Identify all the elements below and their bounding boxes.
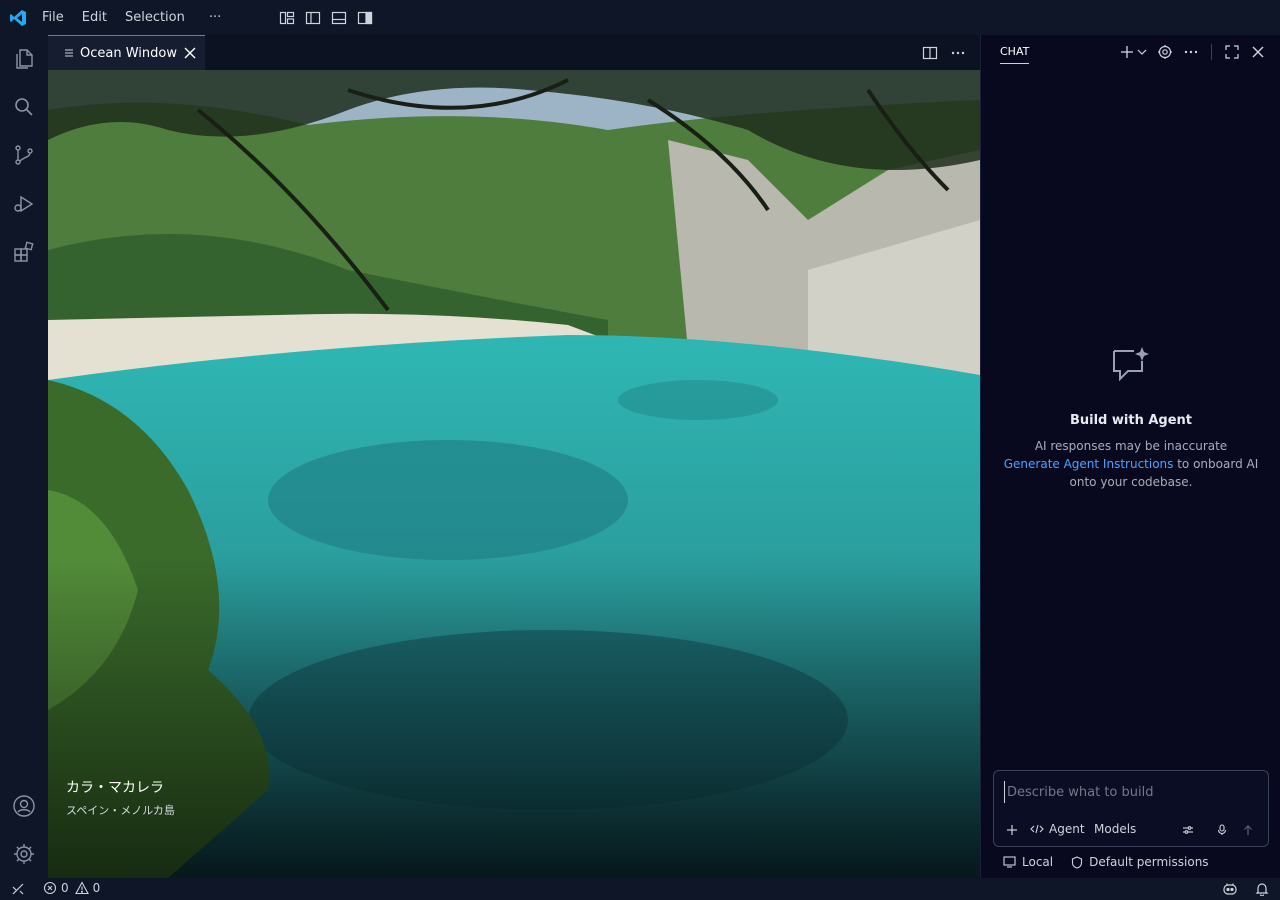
local-session-label[interactable]: Local — [1022, 855, 1053, 869]
tab-label: Ocean Window — [80, 45, 177, 61]
search-icon[interactable] — [12, 95, 36, 119]
agent-mode-icon — [1030, 824, 1044, 834]
monitor-icon — [1003, 856, 1016, 868]
menu-bar: File Edit Selection ··· — [33, 0, 230, 35]
editor-tab-bar: Ocean Window — [48, 35, 980, 70]
attach-icon[interactable] — [1006, 824, 1018, 836]
editor-area: カラ・マカレラ スペイン・メノルカ島 — [48, 70, 980, 878]
status-bar: 0 0 — [0, 878, 1280, 900]
error-count: 0 — [61, 881, 69, 895]
warning-count: 0 — [92, 881, 101, 895]
caption-subtitle: スペイン・メノルカ島 — [66, 804, 175, 817]
split-editor-icon[interactable] — [922, 45, 938, 61]
bell-icon[interactable] — [1255, 882, 1269, 896]
plus-icon[interactable] — [1119, 44, 1135, 60]
warning-icon — [74, 881, 89, 895]
chat-input-toolbar: Agent Models — [1004, 822, 1260, 838]
extensions-icon[interactable] — [12, 240, 36, 264]
chat-input-box: Agent Models — [993, 770, 1269, 847]
agent-empty-title: Build with Agent — [1069, 413, 1193, 428]
divider — [1211, 44, 1212, 60]
models-picker[interactable]: Models — [1094, 822, 1136, 836]
lines-icon — [65, 49, 73, 57]
settings-gear-icon[interactable] — [1157, 44, 1173, 60]
editor-actions — [922, 45, 966, 61]
more-icon[interactable] — [950, 45, 966, 61]
run-debug-icon[interactable] — [12, 192, 36, 216]
photo-caption: カラ・マカレラ スペイン・メノルカ島 — [66, 777, 175, 818]
error-icon — [43, 881, 57, 895]
menu-file[interactable]: File — [33, 10, 73, 25]
menu-selection[interactable]: Selection — [116, 10, 194, 25]
close-icon[interactable] — [1250, 44, 1266, 60]
chat-actions — [1119, 44, 1266, 60]
agent-disclaimer: AI responses may be inaccurate — [1034, 439, 1228, 453]
layout-controls — [279, 10, 373, 26]
tab-ocean-window[interactable]: Ocean Window — [48, 35, 205, 70]
toggle-panel-icon[interactable] — [331, 10, 347, 26]
toggle-secondary-sidebar-icon[interactable] — [357, 10, 373, 26]
settings-gear-icon[interactable] — [12, 842, 36, 866]
files-icon[interactable] — [12, 47, 36, 71]
vscode-logo-icon — [10, 10, 26, 26]
caption-title: カラ・マカレラ — [66, 780, 164, 796]
sparkle-chat-icon — [1113, 347, 1149, 382]
copilot-icon[interactable] — [1222, 881, 1238, 897]
close-icon[interactable] — [183, 46, 197, 60]
send-icon[interactable] — [1242, 824, 1254, 836]
source-control-icon[interactable] — [12, 143, 36, 167]
toggle-primary-sidebar-icon[interactable] — [305, 10, 321, 26]
agent-mode-picker[interactable]: Agent — [1030, 822, 1085, 836]
title-bar: File Edit Selection ··· — [0, 0, 1280, 35]
agent-empty-description: AI responses may be inaccurate Generate … — [1001, 437, 1261, 491]
maximize-icon[interactable] — [1224, 44, 1240, 60]
remote-icon[interactable] — [11, 882, 25, 896]
chevron-down-icon[interactable] — [1137, 44, 1147, 60]
generate-instructions-link[interactable]: Generate Agent Instructions — [1004, 457, 1174, 471]
activity-bar — [0, 35, 48, 878]
cove-landscape-image — [48, 70, 980, 878]
account-icon[interactable] — [12, 794, 36, 818]
tab-chat[interactable]: CHAT — [1000, 45, 1030, 64]
tools-icon[interactable] — [1182, 824, 1194, 836]
menu-edit[interactable]: Edit — [73, 10, 116, 25]
mic-icon[interactable] — [1216, 824, 1228, 836]
problems-indicator[interactable]: 0 0 — [43, 881, 100, 895]
permissions-label[interactable]: Default permissions — [1089, 855, 1208, 869]
shield-icon — [1072, 855, 1083, 869]
chat-panel: CHAT Build with Agent AI responses may b… — [980, 35, 1280, 878]
agent-label: Agent — [1049, 822, 1085, 836]
customize-layout-icon[interactable] — [279, 10, 295, 26]
chat-footer: Local Default permissions — [1003, 855, 1209, 869]
chat-input[interactable] — [1004, 781, 1254, 803]
more-icon[interactable] — [1183, 44, 1199, 60]
menu-more[interactable]: ··· — [200, 10, 230, 25]
